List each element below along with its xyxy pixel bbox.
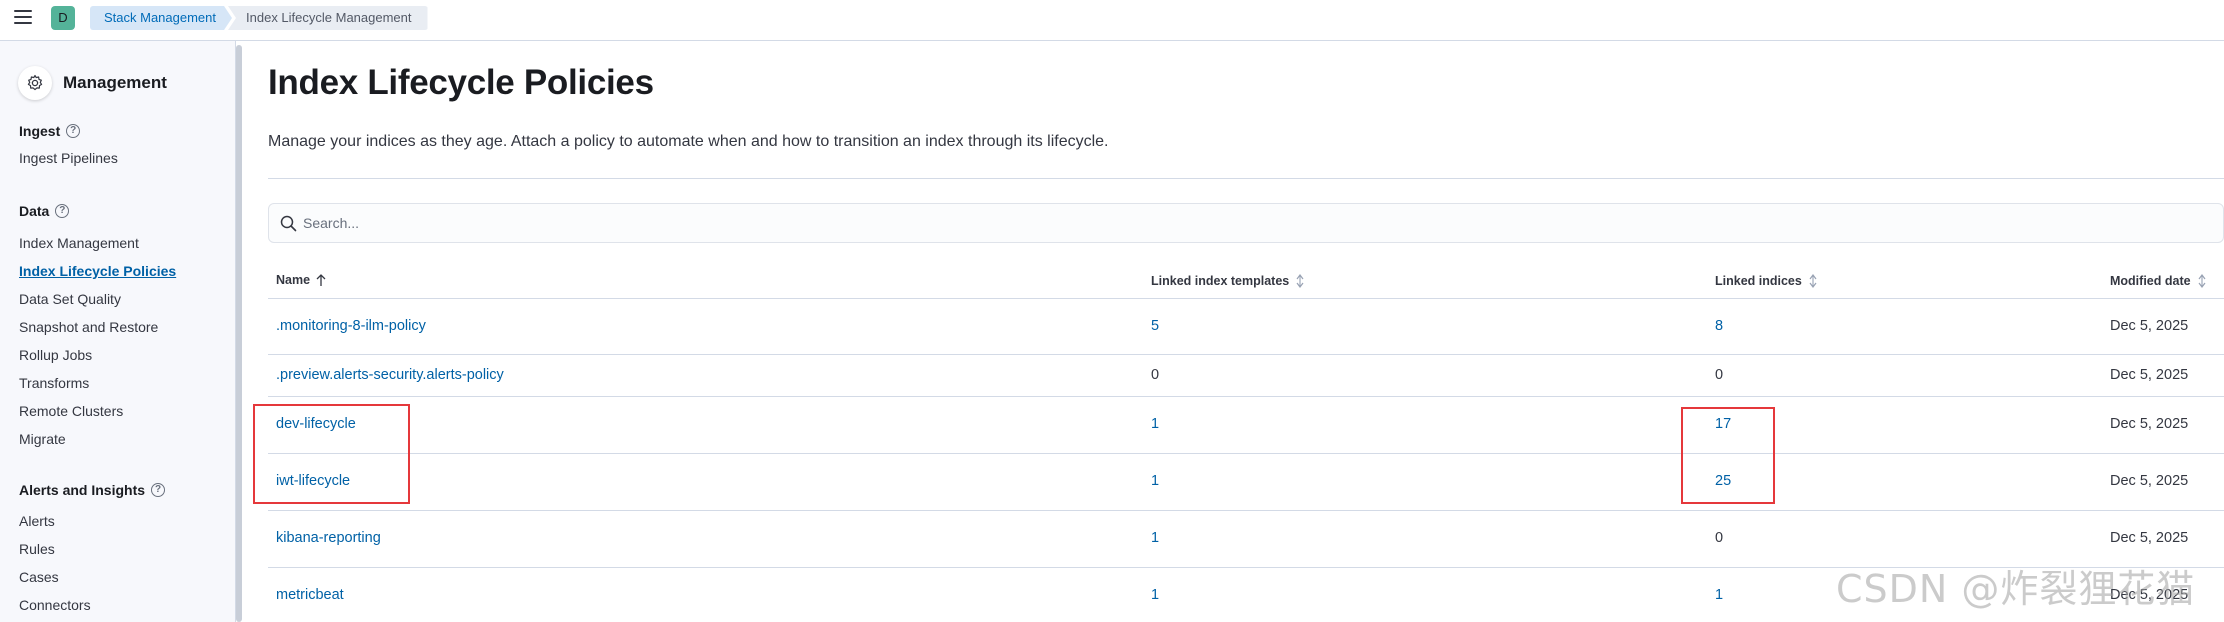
sidebar-title: Management (63, 73, 167, 92)
policy-name-link[interactable]: .preview.alerts-security.alerts-policy (276, 367, 504, 383)
sidebar-section-label: Ingest (19, 123, 61, 139)
sidebar-item-migrate[interactable]: Migrate (19, 431, 66, 447)
column-label: Name (276, 273, 311, 287)
policy-name-link[interactable]: dev-lifecycle (276, 416, 356, 432)
sidebar-item-index-lifecycle-policies[interactable]: Index Lifecycle Policies (19, 263, 176, 279)
sidebar-item-cases[interactable]: Cases (19, 569, 59, 585)
linked-templates-link[interactable]: 1 (1151, 416, 1159, 432)
gear-icon (18, 66, 52, 100)
table-row: dev-lifecycle 1 17 Dec 5, 2025 (268, 397, 2224, 454)
table-row: .preview.alerts-security.alerts-policy 0… (268, 355, 2224, 397)
linked-templates-link[interactable]: 1 (1151, 473, 1159, 489)
linked-templates-count: 0 (1151, 367, 1160, 383)
page-title: Index Lifecycle Policies (268, 63, 654, 102)
sidebar-item-data-set-quality[interactable]: Data Set Quality (19, 291, 121, 307)
table-row: .monitoring-8-ilm-policy 5 8 Dec 5, 2025 (268, 299, 2224, 355)
table-header: Name Linked index templates Linked indic… (268, 261, 2224, 299)
modified-date: Dec 5, 2025 (2110, 367, 2189, 383)
sort-icon (1296, 274, 1304, 288)
help-icon[interactable]: ? (66, 124, 81, 138)
sidebar-item-remote-clusters[interactable]: Remote Clusters (19, 403, 123, 419)
linked-indices-link[interactable]: 8 (1715, 318, 1723, 334)
main-content: Index Lifecycle Policies Manage your ind… (242, 41, 2224, 622)
search-icon (280, 215, 297, 237)
menu-icon[interactable] (14, 10, 32, 28)
modified-date: Dec 5, 2025 (2110, 416, 2189, 432)
breadcrumb-index-lifecycle-management: Index Lifecycle Management (228, 6, 428, 30)
linked-indices-count: 0 (1715, 530, 1724, 546)
divider (268, 178, 2224, 179)
sidebar-section-label: Alerts and Insights (19, 482, 146, 498)
policy-name-link[interactable]: kibana-reporting (276, 530, 381, 546)
sidebar-item-rules[interactable]: Rules (19, 541, 55, 557)
sidebar: Management Ingest ? Ingest Pipelines Dat… (0, 41, 236, 622)
column-label: Linked index templates (1151, 274, 1290, 288)
management-header: Management (18, 66, 167, 100)
modified-date: Dec 5, 2025 (2110, 473, 2189, 489)
linked-indices-count: 0 (1715, 367, 1724, 383)
sidebar-section-alerts-and-insights: Alerts and Insights ? (19, 482, 166, 498)
sidebar-item-ingest-pipelines[interactable]: Ingest Pipelines (19, 150, 118, 166)
linked-templates-link[interactable]: 5 (1151, 318, 1159, 334)
linked-indices-link[interactable]: 17 (1715, 416, 1731, 432)
help-icon[interactable]: ? (151, 483, 166, 497)
sidebar-section-ingest: Ingest ? (19, 123, 81, 139)
breadcrumb-stack-management[interactable]: Stack Management (90, 6, 232, 30)
policy-name-link[interactable]: metricbeat (276, 587, 344, 603)
sort-icon (1809, 274, 1817, 288)
help-icon[interactable]: ? (55, 204, 70, 218)
breadcrumb: Stack Management Index Lifecycle Managem… (90, 6, 428, 30)
column-header-linked-index-templates[interactable]: Linked index templates (1151, 273, 1305, 289)
sidebar-item-alerts[interactable]: Alerts (19, 513, 55, 529)
linked-templates-link[interactable]: 1 (1151, 587, 1159, 603)
sidebar-item-transforms[interactable]: Transforms (19, 375, 89, 391)
modified-date: Dec 5, 2025 (2110, 530, 2189, 546)
sidebar-item-rollup-jobs[interactable]: Rollup Jobs (19, 347, 92, 363)
space-avatar[interactable]: D (51, 6, 75, 30)
top-header: D Stack Management Index Lifecycle Manag… (0, 0, 2224, 41)
watermark: CSDN @炸裂狸花猫 (1836, 567, 2196, 611)
modified-date: Dec 5, 2025 (2110, 318, 2189, 334)
column-label: Linked indices (1715, 274, 1802, 288)
search-box[interactable] (268, 203, 2224, 243)
sidebar-item-connectors[interactable]: Connectors (19, 597, 91, 613)
sidebar-section-data: Data ? (19, 203, 70, 219)
linked-templates-link[interactable]: 1 (1151, 530, 1159, 546)
sidebar-item-snapshot-and-restore[interactable]: Snapshot and Restore (19, 319, 158, 335)
column-header-modified-date[interactable]: Modified date (2110, 273, 2207, 289)
search-input[interactable] (303, 204, 2203, 242)
policy-name-link[interactable]: .monitoring-8-ilm-policy (276, 318, 426, 334)
column-label: Modified date (2110, 274, 2191, 288)
sort-icon (2198, 274, 2206, 288)
column-header-name[interactable]: Name (276, 273, 326, 287)
sidebar-section-label: Data (19, 203, 50, 219)
policy-name-link[interactable]: iwt-lifecycle (276, 473, 350, 489)
linked-indices-link[interactable]: 1 (1715, 587, 1723, 603)
table-row: iwt-lifecycle 1 25 Dec 5, 2025 (268, 454, 2224, 511)
page-description: Manage your indices as they age. Attach … (268, 133, 1109, 150)
linked-indices-link[interactable]: 25 (1715, 473, 1731, 489)
sort-ascending-icon (316, 273, 326, 286)
sidebar-item-index-management[interactable]: Index Management (19, 235, 139, 251)
column-header-linked-indices[interactable]: Linked indices (1715, 273, 1818, 289)
